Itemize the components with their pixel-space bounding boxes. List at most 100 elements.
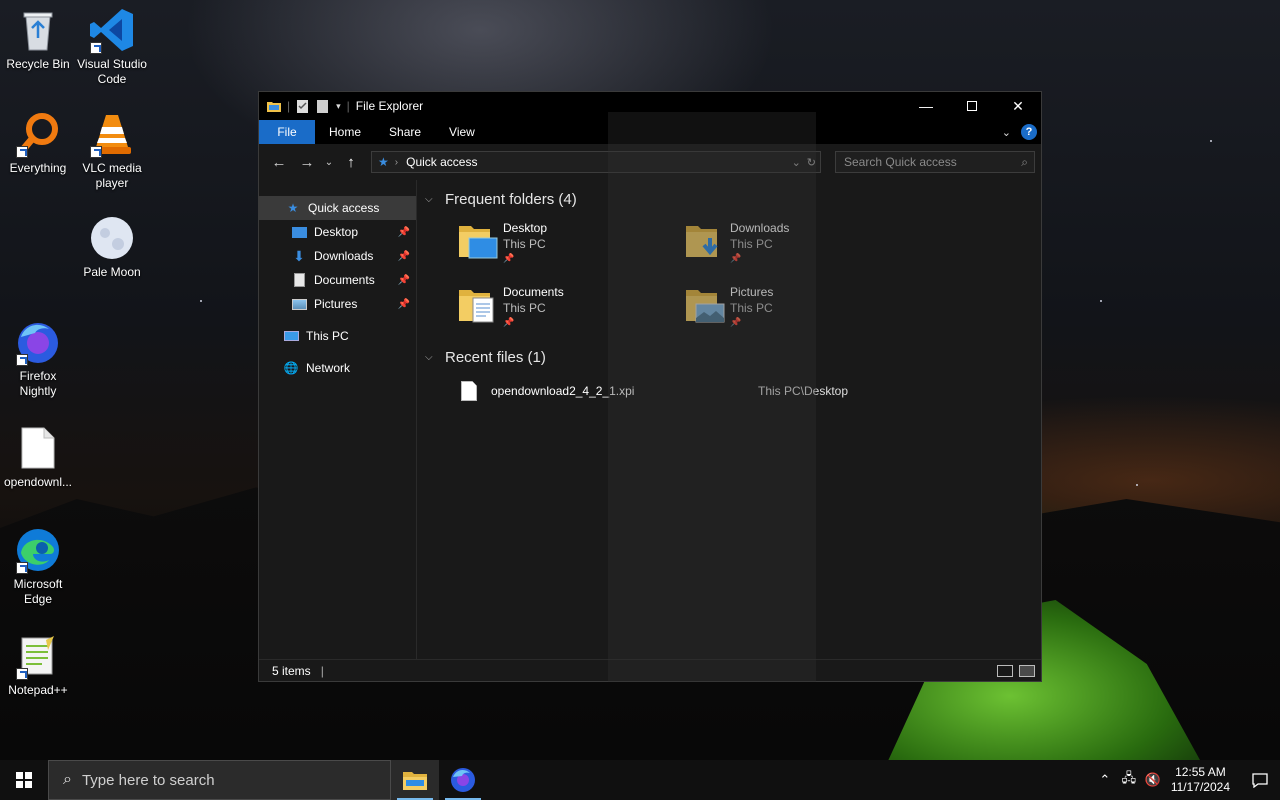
close-button[interactable]: ✕ <box>995 92 1041 120</box>
shortcut-arrow-icon <box>90 146 102 158</box>
desktop-folder-icon <box>457 220 499 262</box>
clock[interactable]: 12:55 AM 11/17/2024 <box>1171 765 1230 795</box>
forward-button[interactable]: → <box>293 148 321 176</box>
folder-name: Desktop <box>503 221 548 235</box>
downloads-arrow-icon: ⬇ <box>293 247 305 264</box>
tab-share[interactable]: Share <box>375 120 435 144</box>
toolbar-divider: | <box>287 99 291 113</box>
desktop-icon-label: Visual Studio Code <box>77 57 147 86</box>
pale-moon-icon <box>88 214 136 262</box>
documents-icon <box>291 273 307 287</box>
nav-item-desktop[interactable]: Desktop 📌 <box>259 220 416 244</box>
file-icon <box>461 381 477 401</box>
group-title: Frequent folders (4) <box>445 190 577 208</box>
notepad-plus-plus-icon <box>14 632 62 680</box>
tab-file[interactable]: File <box>259 120 315 144</box>
chevron-down-icon: ⌄ <box>324 156 334 168</box>
shortcut-arrow-icon <box>16 354 28 366</box>
network-globe-icon: 🌐 <box>283 361 299 375</box>
large-icons-view-icon[interactable] <box>1019 664 1035 677</box>
nav-item-network[interactable]: 🌐 Network <box>259 356 416 380</box>
item-count: 5 items <box>272 663 311 678</box>
pin-icon: 📌 <box>397 250 410 262</box>
desktop-icon-label: Everything <box>9 161 67 175</box>
nav-item-quick-access[interactable]: ★ Quick access <box>259 196 416 220</box>
breadcrumb-quick-access[interactable]: Quick access <box>406 155 477 169</box>
system-tray: ⌃ 🖧 🔇 12:55 AM 11/17/2024 <box>1093 760 1280 800</box>
minimize-icon: — <box>919 98 933 114</box>
start-button[interactable] <box>0 760 48 800</box>
expand-ribbon-chevron-icon[interactable]: ⌄ <box>1002 126 1011 139</box>
nav-item-label: Downloads <box>314 249 374 263</box>
window-overlay-artifact <box>608 112 816 682</box>
nav-item-documents[interactable]: Documents 📌 <box>259 268 416 292</box>
desktop-icon-label: opendownl... <box>3 475 73 489</box>
nav-item-label: Desktop <box>314 225 359 239</box>
taskbar-search-box[interactable]: ⌕ Type here to search <box>48 760 391 800</box>
up-button[interactable]: ↑ <box>337 148 365 176</box>
taskbar-search-input[interactable]: Type here to search <box>82 772 215 789</box>
desktop-icon-recycle-bin[interactable]: Recycle Bin <box>0 6 76 72</box>
search-box[interactable]: Search Quick access ⌕ <box>835 151 1035 173</box>
desktop-icon-label: Notepad++ <box>8 683 68 697</box>
nav-item-label: Quick access <box>308 201 380 215</box>
maximize-button[interactable] <box>949 92 995 120</box>
desktop-icon-everything[interactable]: Everything <box>0 110 76 176</box>
documents-folder-icon <box>457 284 499 326</box>
wallpaper-star <box>1100 300 1102 302</box>
new-folder-icon[interactable] <box>316 99 330 113</box>
desktop-icon-label: Pale Moon <box>83 265 141 279</box>
nav-item-this-pc[interactable]: This PC <box>259 324 416 348</box>
back-button[interactable]: ← <box>265 148 293 176</box>
desktop-icon-notepad-plus-plus[interactable]: Notepad++ <box>0 632 76 698</box>
edge-icon <box>14 526 62 574</box>
show-hidden-icons-chevron-icon[interactable]: ⌃ <box>1093 772 1117 788</box>
desktop-icon-opendownload-file[interactable]: opendownl... <box>0 424 76 490</box>
help-button[interactable]: ? <box>1021 124 1037 140</box>
properties-icon[interactable] <box>296 99 310 113</box>
pictures-icon <box>291 297 307 311</box>
vscode-icon <box>88 6 136 54</box>
recycle-bin-icon <box>14 6 62 54</box>
forward-arrow-icon: → <box>299 153 315 171</box>
desktop-icon-vscode[interactable]: Visual Studio Code <box>74 6 150 87</box>
details-view-icon[interactable] <box>997 664 1013 677</box>
action-center-button[interactable] <box>1240 772 1280 788</box>
network-icon[interactable]: 🖧 <box>1117 769 1141 791</box>
recent-locations-button[interactable]: ⌄ <box>321 148 337 176</box>
desktop-icon-firefox-nightly[interactable]: Firefox Nightly <box>0 318 76 399</box>
desktop-icon-pale-moon[interactable]: Pale Moon <box>74 214 150 280</box>
breadcrumb-separator-icon: › <box>394 156 399 168</box>
desktop-icon-edge[interactable]: Microsoft Edge <box>0 526 76 607</box>
wallpaper-star <box>1210 140 1212 142</box>
nav-item-pictures[interactable]: Pictures 📌 <box>259 292 416 316</box>
quick-access-star-icon: ★ <box>287 201 299 215</box>
volume-muted-icon[interactable]: 🔇 <box>1141 772 1165 788</box>
folder-location: This PC <box>503 301 546 315</box>
taskbar-firefox-nightly[interactable] <box>439 760 487 800</box>
chevron-down-icon: ⌵ <box>425 193 433 205</box>
close-icon: ✕ <box>1012 97 1024 114</box>
minimize-button[interactable]: — <box>903 92 949 120</box>
nav-item-downloads[interactable]: ⬇ Downloads 📌 <box>259 244 416 268</box>
pin-icon: 📌 <box>503 317 515 327</box>
navigation-pane: ★ Quick access Desktop 📌 ⬇ Downloads 📌 D… <box>259 180 417 659</box>
quick-access-star-icon: ★ <box>378 155 389 169</box>
shortcut-arrow-icon <box>16 668 28 680</box>
folder-location: This PC <box>503 237 546 251</box>
tab-view[interactable]: View <box>435 120 489 144</box>
folder-name: Documents <box>503 285 564 299</box>
desktop-icon-vlc[interactable]: VLC media player <box>74 110 150 191</box>
desktop-icon-label: Microsoft Edge <box>13 577 63 606</box>
customize-toolbar-chevron-icon[interactable]: ▾ <box>336 101 341 112</box>
pin-icon: 📌 <box>503 253 515 263</box>
tab-home[interactable]: Home <box>315 120 375 144</box>
search-input[interactable]: Search Quick access <box>844 155 957 169</box>
back-arrow-icon: ← <box>271 153 287 171</box>
shortcut-arrow-icon <box>90 42 102 54</box>
desktop-icon-label: VLC media player <box>82 161 142 190</box>
wallpaper-star <box>1136 484 1138 486</box>
nav-item-label: Documents <box>314 273 375 287</box>
desktop-icon-label: Recycle Bin <box>6 57 70 71</box>
taskbar-file-explorer[interactable] <box>391 760 439 800</box>
